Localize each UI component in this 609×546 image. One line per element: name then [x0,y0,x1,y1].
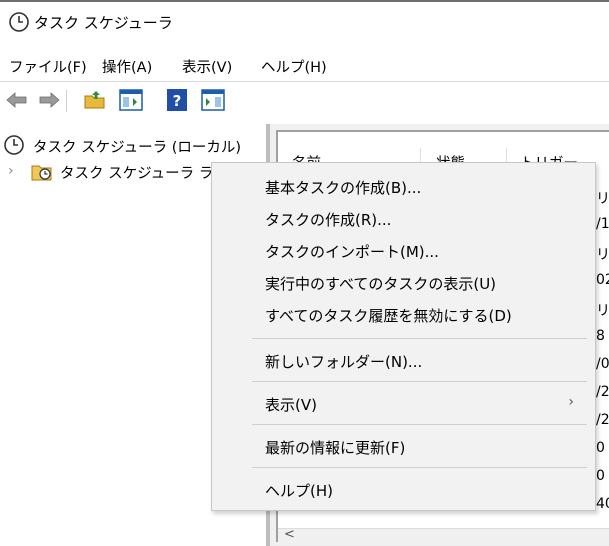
forward-arrow-icon[interactable] [36,87,62,113]
menu-action[interactable]: 操作(A) [102,56,152,77]
list-cell-trigger: 40 [596,496,609,512]
folder-up-icon[interactable] [82,87,108,113]
scroll-left-icon[interactable]: < [284,527,295,542]
clock-icon [9,12,29,32]
menu-separator [252,381,587,382]
list-cell-trigger: /01 [596,356,609,372]
submenu-arrow-icon: › [568,394,574,410]
menu-separator [252,338,587,339]
menu-help[interactable]: ヘルプ(H) [261,56,327,77]
menu-item-new-folder[interactable]: 新しいフォルダー(N)... [213,345,594,377]
list-cell-trigger: リガ [596,247,609,263]
menu-item-disable-history[interactable]: すべてのタスク履歴を無効にする(D) [213,299,594,331]
menu-item-help[interactable]: ヘルプ(H) [213,474,594,506]
toolbar-separator [66,90,67,112]
menu-item-label: 表示(V) [265,396,317,414]
list-cell-trigger: リガ [596,191,609,207]
action-pane-icon[interactable] [200,87,226,113]
context-menu: 基本タスクの作成(B)... タスクの作成(R)... タスクのインポート(M)… [211,162,596,511]
menu-item-create-basic-task[interactable]: 基本タスクの作成(B)... [213,171,594,203]
show-hide-tree-icon[interactable] [118,87,144,113]
list-cell-trigger: /20 [596,384,609,400]
svg-text:?: ? [173,92,182,110]
title-strip [0,0,609,2]
clock-icon [4,135,24,155]
menu-file[interactable]: ファイル(F) [9,56,87,77]
window-title: タスク スケジューラ [34,14,173,32]
list-cell-trigger: 8 ( [596,328,609,344]
list-cell-trigger: 02 [596,272,609,288]
list-cell-trigger: 0 ( [596,468,609,484]
menu-item-create-task[interactable]: タスクの作成(R)... [213,203,594,235]
menu-item-display-running-tasks[interactable]: 実行中のすべてのタスクの表示(U) [213,267,594,299]
menu-item-label: 新しいフォルダー(N)... [265,353,423,371]
menu-item-label: 基本タスクの作成(B)... [265,179,422,197]
toolbar: ? [0,81,609,120]
menu-item-label: 実行中のすべてのタスクの表示(U) [265,275,497,293]
back-arrow-icon[interactable] [4,87,30,113]
menu-separator [252,424,587,425]
expand-arrow-icon[interactable]: › [8,163,14,179]
menu-item-label: タスクのインポート(M)... [265,243,439,261]
list-cell-trigger: リガ [596,303,609,319]
task-folder-icon [31,165,52,181]
menu-item-view[interactable]: 表示(V) › [213,388,594,420]
menu-item-import-task[interactable]: タスクのインポート(M)... [213,235,594,267]
menu-bar: ファイル(F) 操作(A) 表示(V) ヘルプ(H) [0,52,609,80]
tree-child-label: タスク スケジューラ ライ [60,166,228,182]
help-icon[interactable]: ? [164,87,190,113]
list-cell-trigger: /12 [596,216,609,232]
menu-item-refresh[interactable]: 最新の情報に更新(F) [213,431,594,463]
menu-item-label: 最新の情報に更新(F) [265,439,406,457]
title-bar: タスク スケジューラ [0,0,609,46]
list-cell-trigger: /29 [596,412,609,428]
menu-item-label: ヘルプ(H) [265,482,333,500]
list-cell-trigger: 0 ( [596,440,609,456]
tree-root-label: タスク スケジューラ (ローカル) [33,140,242,156]
menu-separator [252,467,587,468]
menu-item-label: すべてのタスク履歴を無効にする(D) [265,307,512,325]
menu-item-label: タスクの作成(R)... [265,211,392,229]
menu-view[interactable]: 表示(V) [182,56,232,77]
horizontal-scrollbar[interactable]: < [278,527,609,545]
